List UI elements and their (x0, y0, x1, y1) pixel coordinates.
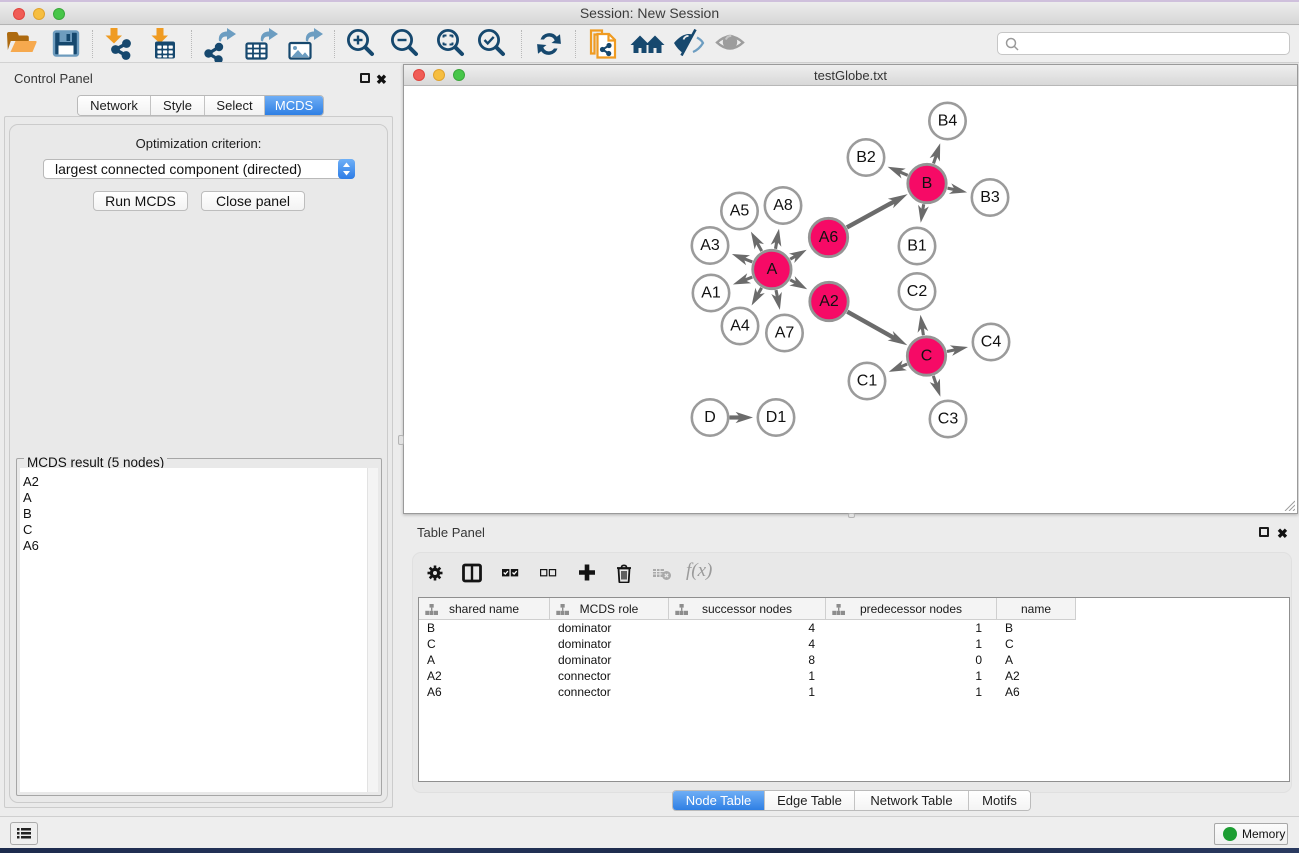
svg-text:B: B (922, 175, 933, 192)
svg-text:A5: A5 (730, 203, 750, 220)
svg-text:A2: A2 (819, 293, 839, 310)
svg-text:D: D (704, 409, 716, 426)
svg-text:C4: C4 (981, 334, 1002, 351)
svg-text:A7: A7 (775, 325, 795, 342)
svg-text:C1: C1 (857, 373, 878, 390)
svg-text:A6: A6 (819, 229, 839, 246)
svg-text:B2: B2 (856, 149, 876, 166)
svg-text:C: C (921, 348, 933, 365)
svg-text:A: A (767, 261, 778, 278)
svg-text:D1: D1 (766, 409, 787, 426)
svg-text:A3: A3 (700, 237, 720, 254)
svg-text:A4: A4 (730, 318, 750, 335)
svg-text:A8: A8 (773, 197, 793, 214)
svg-text:B3: B3 (980, 189, 1000, 206)
svg-text:C2: C2 (907, 283, 928, 300)
svg-text:A1: A1 (701, 285, 721, 302)
svg-text:B1: B1 (907, 238, 927, 255)
svg-text:B4: B4 (938, 113, 958, 130)
svg-text:C3: C3 (938, 411, 959, 428)
